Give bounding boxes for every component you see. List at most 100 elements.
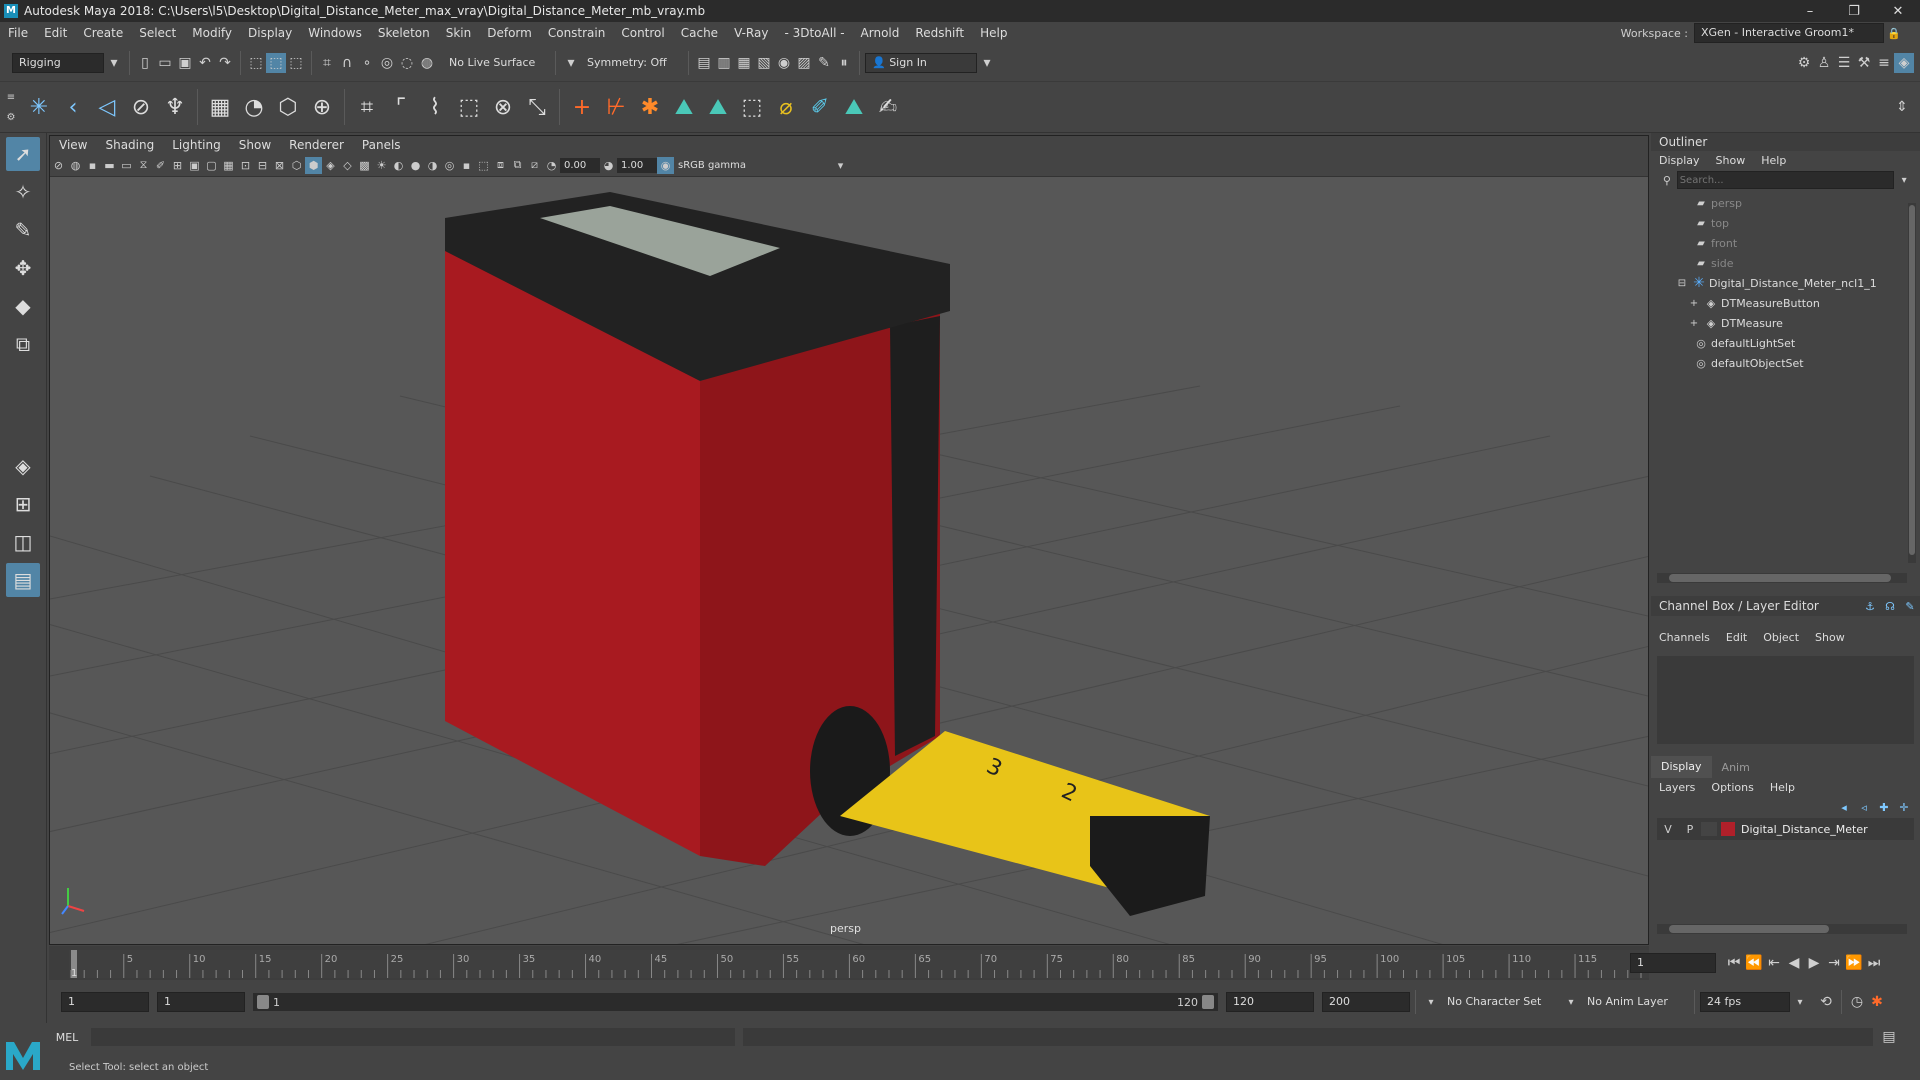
step-forward-frame-icon[interactable]: ⇥: [1824, 953, 1844, 973]
paint-select-icon[interactable]: ✎: [6, 213, 40, 247]
edit-icon[interactable]: ✎: [1900, 596, 1920, 616]
outliner-item-side[interactable]: ▰ side: [1651, 253, 1920, 273]
new-scene-icon[interactable]: ▯: [135, 53, 155, 73]
shelf-scroll-icon[interactable]: ⇕: [1892, 97, 1912, 117]
select-hierarchy-icon[interactable]: ⬚: [246, 53, 266, 73]
chevron-down-icon[interactable]: ▾: [832, 157, 849, 174]
menu-edit[interactable]: Edit: [36, 26, 75, 40]
channel-box-list[interactable]: [1657, 656, 1914, 744]
quick-rig-icon[interactable]: ♆: [158, 90, 192, 124]
outliner-item-top[interactable]: ▰ top: [1651, 213, 1920, 233]
chevron-down-icon[interactable]: ▾: [561, 53, 581, 73]
snap-curve-icon[interactable]: ∩: [337, 53, 357, 73]
humanik-icon[interactable]: ✱: [633, 90, 667, 124]
layer-row[interactable]: V P Digital_Distance_Meter: [1657, 818, 1914, 840]
menu-help[interactable]: Help: [972, 26, 1015, 40]
redo-icon[interactable]: ↷: [215, 53, 235, 73]
undo-icon[interactable]: ↶: [195, 53, 215, 73]
field-chart-icon[interactable]: ⊡: [237, 157, 254, 174]
xray-active-icon[interactable]: ⧉: [509, 157, 526, 174]
lattice-icon[interactable]: ⬡: [271, 90, 305, 124]
snap-grid-icon[interactable]: ⌗: [317, 53, 337, 73]
xray-joints-icon[interactable]: ⧈: [492, 157, 509, 174]
chevron-down-icon[interactable]: ▾: [1421, 992, 1441, 1012]
outliner-menu-show[interactable]: Show: [1708, 154, 1754, 167]
textured-icon[interactable]: ▩: [356, 157, 373, 174]
safe-action-icon[interactable]: ⊟: [254, 157, 271, 174]
create-ik-icon[interactable]: ⊬: [599, 90, 633, 124]
tab-anim[interactable]: Anim: [1712, 761, 1760, 774]
render-settings-icon[interactable]: ▦: [734, 53, 754, 73]
select-tool-icon[interactable]: ➚: [6, 137, 40, 171]
2d-pan-icon[interactable]: ⧖: [135, 157, 152, 174]
lock-icon[interactable]: 🔒: [1884, 23, 1904, 43]
skin-bind-icon[interactable]: ▦: [203, 90, 237, 124]
menu-skin[interactable]: Skin: [438, 26, 480, 40]
character-controls-icon[interactable]: ♙: [1814, 53, 1834, 73]
point-constraint-icon[interactable]: ⌗: [350, 90, 384, 124]
soft-select-icon[interactable]: ◈: [6, 449, 40, 483]
scene-view[interactable]: 3 2: [50, 176, 1648, 944]
play-forwards-icon[interactable]: ▶: [1804, 953, 1824, 973]
go-to-end-icon[interactable]: ⏭: [1864, 953, 1884, 973]
channel-box-icon[interactable]: ≡: [1874, 53, 1894, 73]
expand-icon[interactable]: +: [1687, 313, 1701, 333]
blend-shape-icon[interactable]: ⌀: [769, 90, 803, 124]
outliner-item-objectset[interactable]: ◎ defaultObjectSet: [1651, 353, 1920, 373]
outliner-item-persp[interactable]: ▰ persp: [1651, 193, 1920, 213]
vray-render-icon[interactable]: ✎: [814, 53, 834, 73]
channel-menu-channels[interactable]: Channels: [1651, 631, 1718, 644]
mocap-icon[interactable]: ⛰: [667, 90, 701, 124]
menu-set-dropdown[interactable]: Rigging: [12, 53, 104, 73]
menu-display[interactable]: Display: [240, 26, 300, 40]
lock-camera-icon[interactable]: ◍: [67, 157, 84, 174]
shadows-icon[interactable]: ◐: [390, 157, 407, 174]
attribute-editor-icon[interactable]: ☰: [1834, 53, 1854, 73]
ik-spline-icon[interactable]: ◁: [90, 90, 124, 124]
outliner-search-input[interactable]: [1676, 171, 1895, 189]
outliner-menu-display[interactable]: Display: [1651, 154, 1708, 167]
layer-visibility-toggle[interactable]: V: [1657, 823, 1679, 836]
layer-playback-toggle[interactable]: P: [1679, 823, 1701, 836]
chevron-down-icon[interactable]: ▾: [977, 53, 997, 73]
rotate-tool-icon[interactable]: ◆: [6, 289, 40, 323]
chevron-down-icon[interactable]: ▾: [104, 53, 124, 73]
close-icon[interactable]: ✕: [1876, 4, 1920, 19]
sign-in-button[interactable]: 👤 Sign In: [865, 53, 977, 73]
timeline-ruler[interactable]: 5 10 15 20 25 30 35 40 45 50 55 60 65 70 75 80 85 90 95 100…: [49, 946, 1663, 980]
xray-icon[interactable]: ◇: [339, 157, 356, 174]
menu-3dtoall[interactable]: - 3DtoAll -: [776, 26, 852, 40]
joint-tool-icon[interactable]: ✳: [22, 90, 56, 124]
color-management-icon[interactable]: ◉: [657, 156, 674, 174]
playback-end-field[interactable]: 120: [1226, 992, 1314, 1012]
layer-hscrollbar[interactable]: [1657, 924, 1907, 934]
backface-icon[interactable]: ⧄: [526, 157, 543, 174]
menu-arnold[interactable]: Arnold: [853, 26, 908, 40]
ambient-occlusion-icon[interactable]: ●: [407, 157, 424, 174]
filter-icon[interactable]: ⚲: [1657, 170, 1677, 190]
chevron-down-icon[interactable]: ▾: [1561, 992, 1581, 1012]
start-time-field[interactable]: 1: [61, 992, 149, 1012]
wireframe-on-shaded-icon[interactable]: ◈: [322, 157, 339, 174]
move-layer-down-icon[interactable]: ◃: [1854, 797, 1874, 817]
motion-blur-icon[interactable]: ◑: [424, 157, 441, 174]
channel-menu-edit[interactable]: Edit: [1718, 631, 1755, 644]
outliner-menu-help[interactable]: Help: [1753, 154, 1794, 167]
chevron-down-icon[interactable]: ▾: [1790, 992, 1810, 1012]
pole-vector-icon[interactable]: ⤡: [520, 90, 554, 124]
expand-icon[interactable]: +: [1687, 293, 1701, 313]
outliner-item-front[interactable]: ▰ front: [1651, 233, 1920, 253]
gamma-field[interactable]: 1.00: [617, 157, 657, 173]
render-current-icon[interactable]: ▤: [694, 53, 714, 73]
move-layer-up-icon[interactable]: ◂: [1834, 797, 1854, 817]
symmetry-dropdown[interactable]: Symmetry: Off: [581, 54, 683, 72]
smooth-shade-icon[interactable]: ⬢: [305, 156, 322, 174]
gamma-icon[interactable]: ◕: [600, 157, 617, 174]
fps-dropdown[interactable]: 24 fps: [1700, 992, 1790, 1012]
paint-weights-icon[interactable]: ◔: [237, 90, 271, 124]
retarget-icon[interactable]: ⛰: [837, 90, 871, 124]
live-surface-field[interactable]: No Live Surface: [443, 54, 550, 72]
menu-vray[interactable]: V-Ray: [726, 26, 776, 40]
cluster-icon[interactable]: ⊕: [305, 90, 339, 124]
viewport-menu-view[interactable]: View: [50, 138, 96, 152]
